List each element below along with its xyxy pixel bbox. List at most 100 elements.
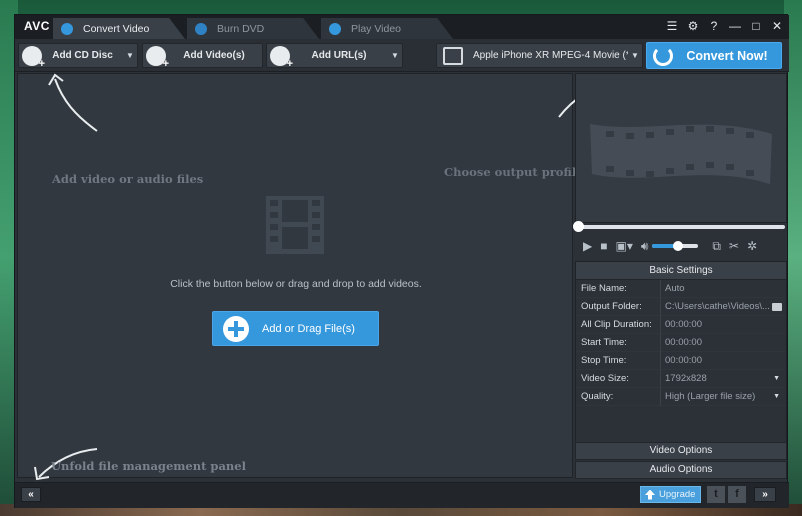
player-controls: ▶ ■ ▣▾ 🔊︎ ⧉ ✂ ✲ xyxy=(575,235,787,257)
crop-icon[interactable]: ⧉ xyxy=(712,239,721,254)
help-icon[interactable]: ? xyxy=(708,19,720,33)
seek-handle[interactable] xyxy=(573,221,584,232)
play-icon[interactable]: ▶ xyxy=(583,239,592,253)
settings-key: File Name: xyxy=(576,279,661,298)
film-add-icon xyxy=(146,45,169,70)
twitter-icon[interactable]: t xyxy=(707,486,725,503)
title-bar: AVC Convert Video Burn DVD Play Video ☰ … xyxy=(15,15,789,39)
settings-value-text: 1792x828 xyxy=(665,373,707,384)
tab-play-video[interactable]: Play Video xyxy=(321,18,453,39)
convert-now-label: Convert Now! xyxy=(686,48,768,63)
add-videos-label: Add Video(s) xyxy=(183,50,245,61)
app-logo: AVC xyxy=(24,19,50,33)
basic-settings-title: Basic Settings xyxy=(576,262,786,280)
hint-add-files: Add video or audio files xyxy=(52,172,204,186)
chevron-down-icon[interactable]: ▼ xyxy=(123,51,137,60)
tab-label: Burn DVD xyxy=(217,22,265,35)
settings-row: Quality: High (Larger file size) ▼ xyxy=(576,387,786,406)
upgrade-arrow-icon xyxy=(645,489,655,500)
maximize-button[interactable]: □ xyxy=(750,19,762,33)
snapshot-icon[interactable]: ▣▾ xyxy=(615,239,632,253)
convert-now-button[interactable]: Convert Now! xyxy=(646,42,782,69)
drop-instruction: Click the button below or drag and drop … xyxy=(170,278,422,290)
settings-value-text: 00:00:00 xyxy=(665,319,702,330)
minimize-button[interactable]: — xyxy=(729,19,741,33)
app-window: AVC Convert Video Burn DVD Play Video ☰ … xyxy=(14,14,789,508)
volume-handle[interactable] xyxy=(672,241,683,251)
settings-key: Video Size: xyxy=(576,369,661,388)
settings-value-text: C:\Users\cathe\Videos\... xyxy=(665,301,770,312)
chevron-down-icon[interactable]: ▼ xyxy=(773,393,780,400)
volume-slider[interactable] xyxy=(652,241,699,251)
window-controls: ☰ ⚙ ? — □ ✕ xyxy=(666,19,783,33)
settings-row: Start Time: 00:00:00 xyxy=(576,333,786,352)
play-icon xyxy=(329,22,341,35)
settings-value[interactable]: 1792x828 ▼ xyxy=(661,373,786,384)
unfold-panel-button[interactable]: « xyxy=(21,487,41,502)
audio-options-button[interactable]: Audio Options xyxy=(575,461,787,479)
settings-value[interactable]: Auto xyxy=(661,283,786,294)
refresh-icon xyxy=(653,45,673,66)
cd-disc-icon xyxy=(22,45,45,70)
filmstrip-icon xyxy=(590,124,772,184)
bottom-bar: « Upgrade t f » xyxy=(15,482,789,508)
gear-icon[interactable]: ⚙ xyxy=(687,19,699,33)
settings-row: File Name: Auto xyxy=(576,279,786,298)
seek-bar[interactable] xyxy=(577,225,785,229)
settings-row: All Clip Duration: 00:00:00 xyxy=(576,315,786,334)
upgrade-label: Upgrade xyxy=(659,489,696,500)
add-url-label: Add URL(s) xyxy=(311,50,367,61)
tab-burn-dvd[interactable]: Burn DVD xyxy=(187,18,319,39)
settings-value[interactable]: High (Larger file size) ▼ xyxy=(661,391,786,402)
settings-value-text: High (Larger file size) xyxy=(665,391,756,402)
upgrade-button[interactable]: Upgrade xyxy=(640,486,701,503)
profile-icon xyxy=(443,46,463,65)
facebook-icon[interactable]: f xyxy=(728,486,746,503)
video-preview xyxy=(575,73,787,223)
convert-icon xyxy=(61,22,73,35)
settings-value-text: Auto xyxy=(665,283,685,294)
video-options-button[interactable]: Video Options xyxy=(575,442,787,460)
film-icon xyxy=(266,196,324,254)
settings-value-text: 00:00:00 xyxy=(665,355,702,366)
settings-value-text: 00:00:00 xyxy=(665,337,702,348)
settings-key: Output Folder: xyxy=(576,297,661,316)
output-profile-select[interactable]: Apple iPhone XR MPEG-4 Movie (*.m... ▼ xyxy=(436,43,643,68)
settings-row: Video Size: 1792x828 ▼ xyxy=(576,369,786,388)
settings-key: Quality: xyxy=(576,387,661,406)
settings-value[interactable]: C:\Users\cathe\Videos\... xyxy=(661,301,786,312)
arrow-hint-icon xyxy=(48,73,98,132)
effects-icon[interactable]: ✲ xyxy=(747,239,757,253)
toolbar: Add CD Disc ▼ Add Video(s) Add URL(s) ▼ … xyxy=(15,39,789,72)
stop-icon[interactable]: ■ xyxy=(600,239,607,253)
close-button[interactable]: ✕ xyxy=(771,19,783,33)
settings-row: Stop Time: 00:00:00 xyxy=(576,351,786,370)
settings-key: Stop Time: xyxy=(576,351,661,370)
output-profile-value: Apple iPhone XR MPEG-4 Movie (*.m... xyxy=(473,50,628,61)
chevron-down-icon[interactable]: ▼ xyxy=(628,51,642,60)
chevron-down-icon[interactable]: ▼ xyxy=(773,375,780,382)
tab-convert-video[interactable]: Convert Video xyxy=(53,18,185,39)
tab-label: Convert Video xyxy=(83,22,150,35)
menu-icon[interactable]: ☰ xyxy=(666,19,678,33)
volume-icon[interactable]: 🔊︎ xyxy=(641,239,649,254)
hint-unfold-panel: Unfold file management panel xyxy=(51,459,246,473)
add-or-drag-files-button[interactable]: Add or Drag File(s) xyxy=(212,311,379,346)
globe-add-icon xyxy=(270,45,293,70)
expand-panel-button[interactable]: » xyxy=(754,487,776,502)
cut-icon[interactable]: ✂ xyxy=(729,239,739,253)
plus-icon xyxy=(223,315,249,342)
chevron-down-icon[interactable]: ▼ xyxy=(388,51,402,60)
folder-icon[interactable] xyxy=(772,302,782,311)
disc-icon xyxy=(195,22,207,35)
settings-value[interactable]: 00:00:00 xyxy=(661,355,786,366)
add-videos-button[interactable]: Add Video(s) xyxy=(142,43,263,70)
settings-row: Output Folder: C:\Users\cathe\Videos\... xyxy=(576,297,786,316)
add-url-button[interactable]: Add URL(s) ▼ xyxy=(266,43,403,70)
basic-settings-panel: Basic Settings File Name: Auto Output Fold… xyxy=(575,261,787,443)
add-or-drag-files-label: Add or Drag File(s) xyxy=(262,322,355,335)
settings-value[interactable]: 00:00:00 xyxy=(661,337,786,348)
settings-value[interactable]: 00:00:00 xyxy=(661,319,786,330)
add-cd-disc-button[interactable]: Add CD Disc ▼ xyxy=(18,43,138,70)
tab-label: Play Video xyxy=(351,22,402,35)
